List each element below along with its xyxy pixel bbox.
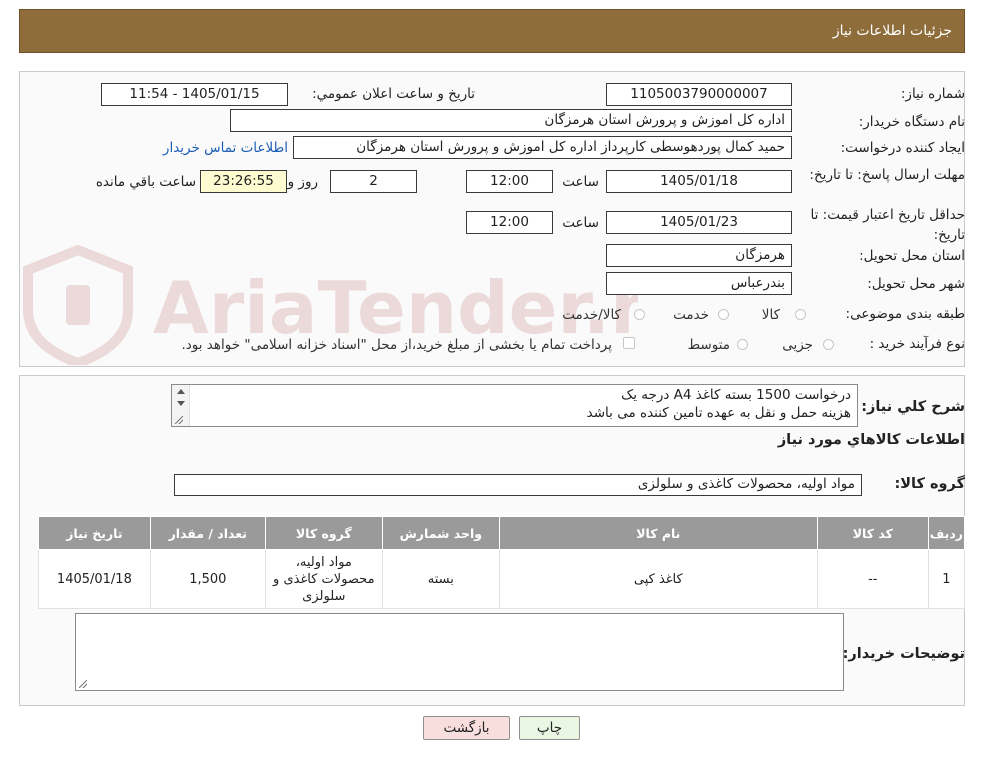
purchase-radio-medium[interactable]: [737, 339, 748, 350]
goods-section-title: اطلاعات کالاهاي مورد نياز: [777, 432, 965, 448]
reply-time-label: ساعت: [562, 174, 599, 190]
price-validity-time-label: ساعت: [562, 215, 599, 231]
table-header-row: رديف کد کالا نام کالا واحد شمارش گروه کا…: [38, 516, 966, 550]
delivery-city-label: شهر محل تحويل:: [867, 276, 965, 292]
cell-group: مواد اولیه، محصولات کاغذی و سلولزی: [264, 549, 383, 609]
cell-row: 1: [927, 549, 966, 609]
print-button[interactable]: چاپ: [519, 716, 580, 740]
announce-datetime-label: تاریخ و ساعت اعلان عمومي:: [312, 86, 475, 102]
col-name: نام کالا: [498, 516, 818, 550]
purchase-type-label: نوع فرآیند خرید :: [869, 336, 965, 352]
delivery-city-field: بندرعباس: [606, 272, 792, 295]
reply-deadline-date: 1405/01/18: [606, 170, 792, 193]
price-validity-date: 1405/01/23: [606, 211, 792, 234]
reply-deadline-label: مهلت ارسال پاسخ: تا تاریخ:: [809, 167, 965, 183]
col-group: گروه کالا: [264, 516, 383, 550]
buyer-org-field: اداره کل اموزش و پرورش استان هرمزگان: [230, 109, 792, 132]
delivery-province-label: استان محل تحويل:: [859, 248, 965, 264]
description-line-1: درخواست 1500 بسته کاغذ A4 درجه یک: [621, 387, 851, 403]
category-option-goods: کالا: [761, 307, 780, 323]
description-line-2: هزینه حمل و نقل به عهده تامین کننده می ب…: [586, 405, 851, 421]
buyer-notes-textarea[interactable]: [75, 613, 844, 691]
buyer-contact-link[interactable]: اطلاعات تماس خريدار: [163, 140, 288, 156]
cell-code: --: [816, 549, 929, 609]
announce-datetime-field: 1405/01/15 - 11:54: [101, 83, 288, 106]
col-row: رديف: [927, 516, 966, 550]
purchase-option-minor: جزیی: [782, 337, 813, 353]
reply-days-field: 2: [330, 170, 417, 193]
category-option-goods-service: کالا/خدمت: [562, 307, 621, 323]
col-date: تاريخ نياز: [38, 516, 151, 550]
cell-qty: 1,500: [149, 549, 266, 609]
goods-group-label: گروه کالا:: [894, 476, 965, 492]
category-label: طبقه بندی موضوعی:: [845, 306, 965, 322]
category-radio-goods[interactable]: [795, 309, 806, 320]
price-validity-label: حداقل تاريخ اعتبار قيمت: تا تاريخ:: [810, 207, 965, 243]
purchase-radio-minor[interactable]: [823, 339, 834, 350]
category-option-service: خدمت: [673, 307, 709, 323]
delivery-province-field: هرمزگان: [606, 244, 792, 267]
cell-unit: بسته: [381, 549, 500, 609]
resize-grip-icon[interactable]: [175, 416, 183, 424]
table-row: 1 -- کاغذ کپی بسته مواد اولیه، محصولات ک…: [38, 549, 966, 609]
reply-deadline-time: 12:00: [466, 170, 553, 193]
treasury-payment-note: پرداخت تمام یا بخشی از مبلغ خرید،از محل …: [181, 337, 612, 353]
buyer-notes-label: توضيحات خريدار:: [842, 646, 965, 662]
category-radio-goods-service[interactable]: [634, 309, 645, 320]
requester-label: ايجاد کننده درخواست:: [840, 140, 965, 156]
goods-group-field: مواد اولیه، محصولات کاغذی و سلولزی: [174, 474, 862, 496]
page-title: جزئیات اطلاعات نیاز: [832, 23, 952, 39]
remaining-time-label: ساعت باقي مانده: [95, 174, 196, 190]
col-code: کد کالا: [816, 516, 929, 550]
cell-name: کاغذ کپی: [498, 549, 818, 609]
reply-days-label: روز و: [287, 174, 318, 190]
need-number-label: شماره نیاز:: [900, 86, 965, 102]
page-header: جزئیات اطلاعات نیاز: [19, 9, 965, 53]
resize-grip-icon[interactable]: [79, 680, 87, 688]
treasury-payment-checkbox[interactable]: [623, 337, 635, 349]
description-label: شرح کلي نياز:: [861, 399, 965, 415]
buyer-org-label: نام دستگاه خريدار:: [858, 114, 965, 130]
requester-field: حمید کمال پوردهوسطی کارپرداز اداره کل ام…: [293, 136, 792, 159]
need-number-field: 1105003790000007: [606, 83, 792, 106]
col-unit: واحد شمارش: [381, 516, 500, 550]
price-validity-time: 12:00: [466, 211, 553, 234]
description-textarea[interactable]: درخواست 1500 بسته کاغذ A4 درجه یک هزینه …: [171, 384, 858, 427]
back-button[interactable]: بازگشت: [423, 716, 510, 740]
col-qty: تعداد / مقدار: [149, 516, 266, 550]
cell-date: 1405/01/18: [38, 549, 151, 609]
items-table: رديف کد کالا نام کالا واحد شمارش گروه کا…: [38, 516, 966, 609]
category-radio-service[interactable]: [718, 309, 729, 320]
scroll-up-icon[interactable]: [177, 389, 185, 394]
remaining-time-field: 23:26:55: [200, 170, 287, 193]
purchase-option-medium: متوسط: [687, 337, 730, 353]
scroll-down-icon[interactable]: [177, 401, 185, 406]
